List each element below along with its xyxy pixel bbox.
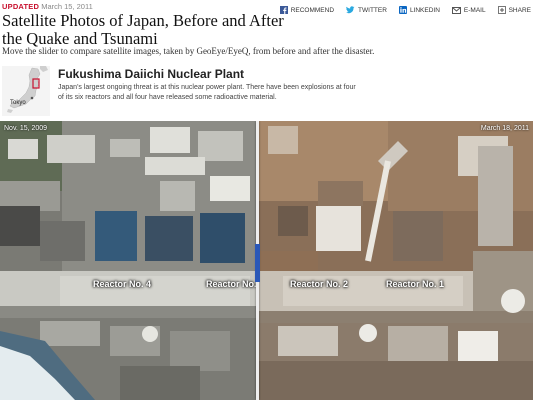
envelope-icon bbox=[451, 6, 461, 14]
share-button[interactable]: SHARE bbox=[497, 6, 531, 14]
email-button[interactable]: E-MAIL bbox=[451, 6, 486, 14]
linkedin-button[interactable]: LINKEDIN bbox=[398, 6, 440, 14]
compare-slider[interactable] bbox=[255, 121, 260, 400]
facebook-icon bbox=[279, 6, 288, 14]
before-image: Nov. 15, 2009 Reactor No. 4 Reactor No. … bbox=[0, 121, 257, 400]
plant-description: Japan's largest ongoing threat is at thi… bbox=[58, 84, 356, 101]
twitter-label: TWITTER bbox=[358, 6, 387, 14]
reactor-4-label: Reactor No. 4 bbox=[93, 279, 152, 289]
slider-handle[interactable] bbox=[255, 244, 260, 282]
twitter-bird-icon bbox=[346, 6, 355, 14]
plant-info: Tokyo Fukushima Daiichi Nuclear Plant Ja… bbox=[0, 64, 533, 121]
reactor-1-label: Reactor No. 1 bbox=[386, 279, 445, 289]
recommend-button[interactable]: RECOMMEND bbox=[279, 6, 335, 14]
email-label: E-MAIL bbox=[463, 6, 486, 14]
japan-locator-map: Tokyo bbox=[2, 66, 50, 116]
after-image: March 18, 2011 Reactor No. 2 Reactor No.… bbox=[258, 121, 533, 400]
share-toolbar: RECOMMEND TWITTER LINKEDIN E-MAIL SHARE bbox=[279, 6, 531, 14]
reactor-3-label: Reactor No. 3 bbox=[206, 279, 257, 289]
reactor-2-label: Reactor No. 2 bbox=[290, 279, 349, 289]
updated-tag: UPDATED bbox=[2, 2, 40, 11]
linkedin-label: LINKEDIN bbox=[409, 6, 440, 14]
recommend-label: RECOMMEND bbox=[290, 6, 335, 14]
tokyo-label: Tokyo bbox=[10, 100, 26, 106]
plant-title: Fukushima Daiichi Nuclear Plant bbox=[58, 67, 245, 81]
updated-date: March 15, 2011 bbox=[41, 2, 93, 11]
satellite-compare-viewer[interactable]: Nov. 15, 2009 Reactor No. 4 Reactor No. … bbox=[0, 121, 533, 400]
page-title: Satellite Photos of Japan, Before and Af… bbox=[2, 11, 284, 48]
before-date: Nov. 15, 2009 bbox=[4, 125, 48, 132]
share-label: SHARE bbox=[508, 6, 531, 14]
after-date: March 18, 2011 bbox=[480, 125, 529, 132]
page-dek: Move the slider to compare satellite ima… bbox=[2, 46, 375, 56]
updated-line: UPDATED March 15, 2011 bbox=[2, 2, 93, 11]
twitter-button[interactable]: TWITTER bbox=[346, 6, 387, 14]
linkedin-icon bbox=[398, 6, 407, 14]
share-plus-icon bbox=[497, 6, 506, 14]
